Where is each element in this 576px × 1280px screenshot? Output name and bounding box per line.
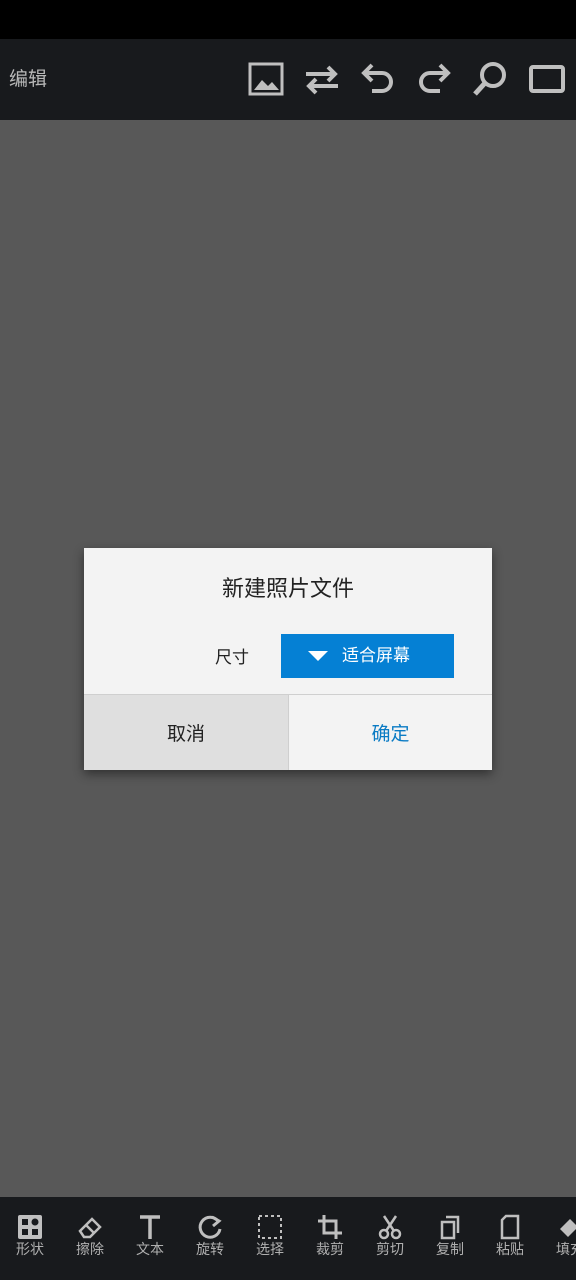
tool-text[interactable]: 文本 xyxy=(120,1197,180,1280)
tool-eraser[interactable]: 擦除 xyxy=(60,1197,120,1280)
tool-label: 形状 xyxy=(16,1242,44,1258)
new-photo-dialog: 新建照片文件 尺寸 适合屏幕 取消 确定 xyxy=(84,548,492,770)
shapes-icon xyxy=(18,1215,42,1239)
rotate-icon xyxy=(198,1215,222,1239)
zoom-icon[interactable] xyxy=(470,59,510,99)
copy-icon xyxy=(440,1215,460,1240)
text-icon xyxy=(140,1215,160,1239)
tool-crop[interactable]: 裁剪 xyxy=(300,1197,360,1280)
swap-icon[interactable] xyxy=(302,59,342,99)
tool-copy[interactable]: 复制 xyxy=(420,1197,480,1280)
size-dropdown[interactable]: 适合屏幕 xyxy=(281,634,454,678)
tool-label: 文本 xyxy=(136,1242,164,1258)
tool-shapes[interactable]: 形状 xyxy=(0,1197,60,1280)
tool-label: 填充 xyxy=(556,1242,576,1258)
tool-label: 擦除 xyxy=(76,1242,104,1258)
redo-icon[interactable] xyxy=(414,59,454,99)
cancel-button[interactable]: 取消 xyxy=(84,695,288,770)
undo-icon[interactable] xyxy=(358,59,398,99)
eraser-icon xyxy=(78,1217,102,1239)
fill-icon xyxy=(560,1219,576,1237)
size-dropdown-value: 适合屏幕 xyxy=(342,646,410,666)
top-bar: 编辑 xyxy=(0,39,576,120)
bottom-toolbar: 形状 擦除 文本 旋转 选择 裁剪 剪切 复制 粘贴 填充 xyxy=(0,1197,576,1280)
tool-label: 复制 xyxy=(436,1242,464,1258)
scissors-icon xyxy=(378,1215,402,1240)
tool-rotate[interactable]: 旋转 xyxy=(180,1197,240,1280)
tool-label: 旋转 xyxy=(196,1242,224,1258)
tool-cut[interactable]: 剪切 xyxy=(360,1197,420,1280)
confirm-button[interactable]: 确定 xyxy=(288,695,492,770)
tool-fill[interactable]: 填充 xyxy=(540,1197,576,1280)
select-icon xyxy=(258,1215,282,1239)
crop-icon xyxy=(318,1215,342,1239)
tool-select[interactable]: 选择 xyxy=(240,1197,300,1280)
dialog-title: 新建照片文件 xyxy=(221,577,354,602)
dropdown-arrow-icon xyxy=(308,651,328,661)
page-title: 编辑 xyxy=(9,68,48,90)
tool-label: 粘贴 xyxy=(496,1242,524,1258)
tool-label: 裁剪 xyxy=(316,1242,344,1258)
tool-label: 剪切 xyxy=(376,1242,404,1258)
paste-icon xyxy=(500,1214,520,1240)
image-icon[interactable] xyxy=(246,59,286,99)
status-bar xyxy=(0,0,576,39)
fullscreen-icon[interactable] xyxy=(527,59,567,99)
tool-label: 选择 xyxy=(256,1242,284,1258)
tool-paste[interactable]: 粘贴 xyxy=(480,1197,540,1280)
size-label: 尺寸 xyxy=(215,648,249,668)
